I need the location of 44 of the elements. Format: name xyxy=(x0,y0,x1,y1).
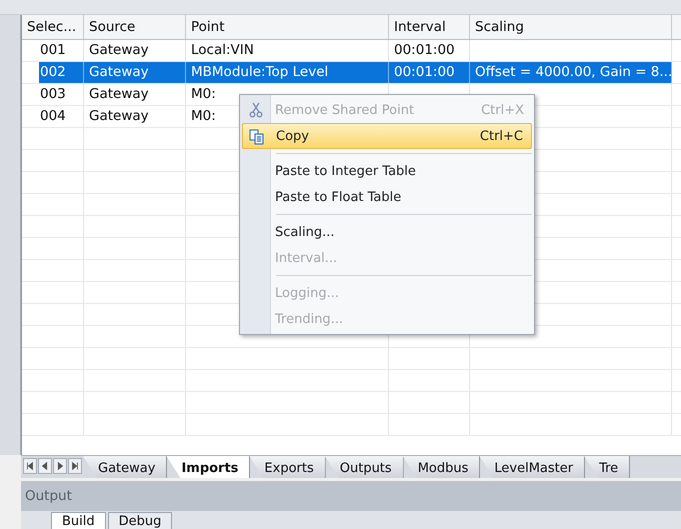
left-triangle-icon xyxy=(40,460,50,472)
sheet-tab[interactable]: Tre xyxy=(584,456,630,478)
column-header[interactable]: Selec... xyxy=(22,15,84,39)
next-sheet-button[interactable] xyxy=(53,458,67,474)
menu-item[interactable]: Paste to Float Table xyxy=(242,184,532,210)
sheet-tab[interactable]: LevelMaster xyxy=(479,456,586,478)
table-cell: 004 xyxy=(40,108,66,124)
sheet-tab[interactable]: Imports xyxy=(166,456,250,478)
right-triangle-icon xyxy=(55,460,65,472)
sheet-tab[interactable]: Exports xyxy=(249,456,326,478)
output-tab[interactable]: Build xyxy=(51,512,106,529)
menu-item[interactable]: Copy Ctrl+C xyxy=(242,123,532,149)
column-header[interactable]: Point xyxy=(186,15,389,39)
table-cell: Gateway xyxy=(89,42,149,58)
left-triangle-icon xyxy=(25,460,35,472)
table-cell: MBModule:Top Level xyxy=(191,64,328,80)
table-cell: Gateway xyxy=(89,108,149,124)
prev-sheet-button[interactable] xyxy=(38,458,52,474)
copy-icon xyxy=(249,129,265,145)
table-cell: Local:VIN xyxy=(191,42,254,58)
table-cell: Gateway xyxy=(89,64,149,80)
table-cell: M0: xyxy=(191,108,216,124)
first-sheet-button[interactable] xyxy=(23,458,37,474)
column-header[interactable]: Scaling xyxy=(470,15,672,39)
sheet-tab[interactable]: Modbus xyxy=(402,456,480,478)
right-triangle-icon xyxy=(70,460,80,472)
menu-item[interactable]: Paste to Integer Table xyxy=(242,158,532,184)
column-header[interactable]: Interval xyxy=(389,15,470,39)
table-cell: Gateway xyxy=(89,86,149,102)
output-tab[interactable]: Debug xyxy=(108,512,172,529)
panel-title: Output xyxy=(25,488,72,504)
scissors-icon xyxy=(248,102,264,118)
table-cell: 00:01:00 xyxy=(394,64,455,80)
column-header[interactable]: Source xyxy=(84,15,186,39)
sheet-tab[interactable]: Outputs xyxy=(324,456,404,478)
table-cell: 00:01:00 xyxy=(394,42,455,58)
table-cell: M0: xyxy=(191,86,216,102)
table-cell: 003 xyxy=(40,86,66,102)
table-cell: 001 xyxy=(40,42,66,58)
sheet-tab[interactable]: Gateway xyxy=(83,456,168,478)
menu-item[interactable]: Scaling... xyxy=(242,219,532,245)
table-cell: 002 xyxy=(40,64,66,80)
last-sheet-button[interactable] xyxy=(68,458,82,474)
table-cell: Offset = 4000.00, Gain = 8... xyxy=(475,64,672,80)
